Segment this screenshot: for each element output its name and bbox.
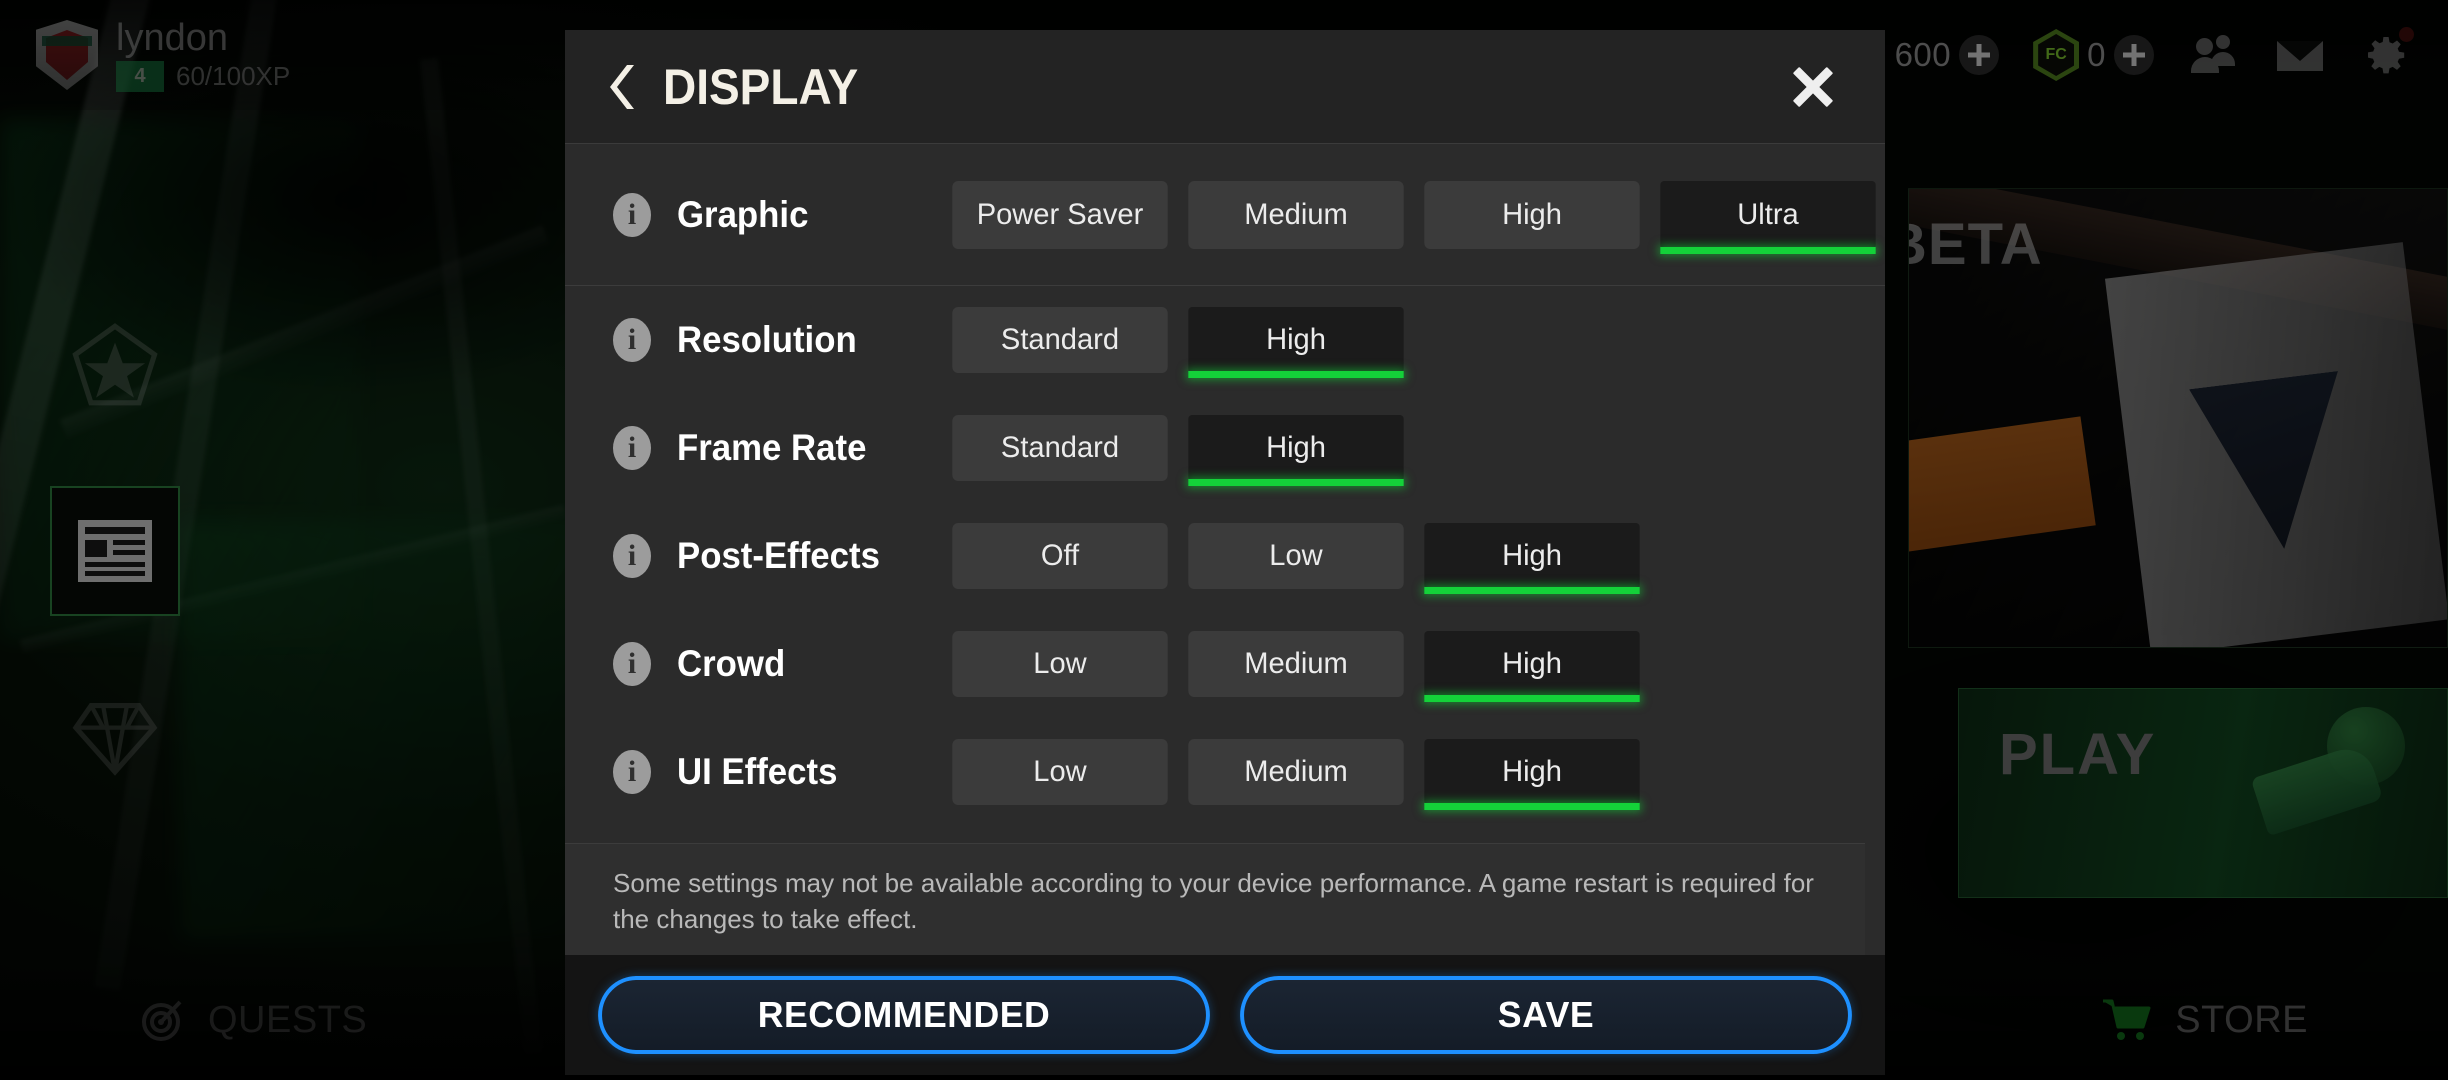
option-high[interactable]: High	[1188, 415, 1404, 486]
option-group: Power Saver Medium High Ultra	[949, 180, 1879, 254]
option-low[interactable]: Low	[952, 739, 1168, 805]
setting-row-crowd: i Crowd Low Medium High	[565, 610, 1885, 718]
option-medium[interactable]: Medium	[1188, 631, 1404, 697]
option-medium[interactable]: Medium	[1188, 739, 1404, 805]
setting-row-frame-rate: i Frame Rate Standard High	[565, 394, 1885, 502]
save-button[interactable]: SAVE	[1240, 976, 1852, 1054]
option-ultra[interactable]: Ultra	[1660, 180, 1876, 254]
info-icon[interactable]: i	[613, 426, 651, 470]
recommended-button[interactable]: RECOMMENDED	[598, 976, 1210, 1054]
modal-header: DISPLAY	[565, 30, 1885, 144]
display-settings-modal: DISPLAY i Graphic Power Saver Medium Hig…	[565, 30, 1885, 1075]
modal-footer: RECOMMENDED SAVE	[565, 955, 1885, 1075]
option-group: Low Medium High	[949, 739, 1643, 810]
setting-label: Crowd	[677, 643, 786, 684]
app-root: lyndon 4 60/100XP 600 FC 0 ETA PLAY QUES…	[0, 0, 2448, 1080]
option-group: Standard High	[949, 415, 1407, 486]
info-icon[interactable]: i	[613, 750, 651, 794]
setting-row-ui-effects: i UI Effects Low Medium High	[565, 718, 1885, 826]
setting-row-graphic: i Graphic Power Saver Medium High Ultra	[565, 144, 1885, 286]
setting-row-resolution: i Resolution Standard High	[565, 286, 1885, 394]
setting-label: Frame Rate	[677, 427, 867, 468]
option-high[interactable]: High	[1188, 307, 1404, 378]
option-off[interactable]: Off	[952, 523, 1168, 589]
info-icon[interactable]: i	[613, 642, 651, 686]
page-title: DISPLAY	[663, 58, 859, 115]
settings-note: Some settings may not be available accor…	[565, 843, 1865, 955]
option-low[interactable]: Low	[1188, 523, 1404, 589]
back-button[interactable]	[603, 59, 645, 115]
chevron-left-icon	[610, 64, 634, 109]
option-high[interactable]: High	[1424, 180, 1640, 249]
option-group: Off Low High	[949, 523, 1643, 594]
option-medium[interactable]: Medium	[1188, 180, 1404, 249]
option-standard[interactable]: Standard	[952, 415, 1168, 481]
setting-label: Resolution	[677, 319, 857, 360]
option-group: Standard High	[949, 307, 1407, 378]
settings-list: i Graphic Power Saver Medium High Ultra …	[565, 144, 1885, 844]
info-icon[interactable]: i	[613, 318, 651, 362]
setting-row-post-effects: i Post-Effects Off Low High	[565, 502, 1885, 610]
option-standard[interactable]: Standard	[952, 307, 1168, 373]
option-high[interactable]: High	[1424, 631, 1640, 702]
setting-label: Graphic	[677, 193, 809, 235]
option-high[interactable]: High	[1424, 523, 1640, 594]
setting-label: UI Effects	[677, 751, 838, 792]
option-low[interactable]: Low	[952, 631, 1168, 697]
option-power-saver[interactable]: Power Saver	[952, 180, 1168, 249]
option-group: Low Medium High	[949, 631, 1643, 702]
info-icon[interactable]: i	[613, 192, 651, 237]
option-high[interactable]: High	[1424, 739, 1640, 810]
close-icon[interactable]	[1781, 55, 1845, 119]
info-icon[interactable]: i	[613, 534, 651, 578]
setting-label: Post-Effects	[677, 535, 880, 576]
